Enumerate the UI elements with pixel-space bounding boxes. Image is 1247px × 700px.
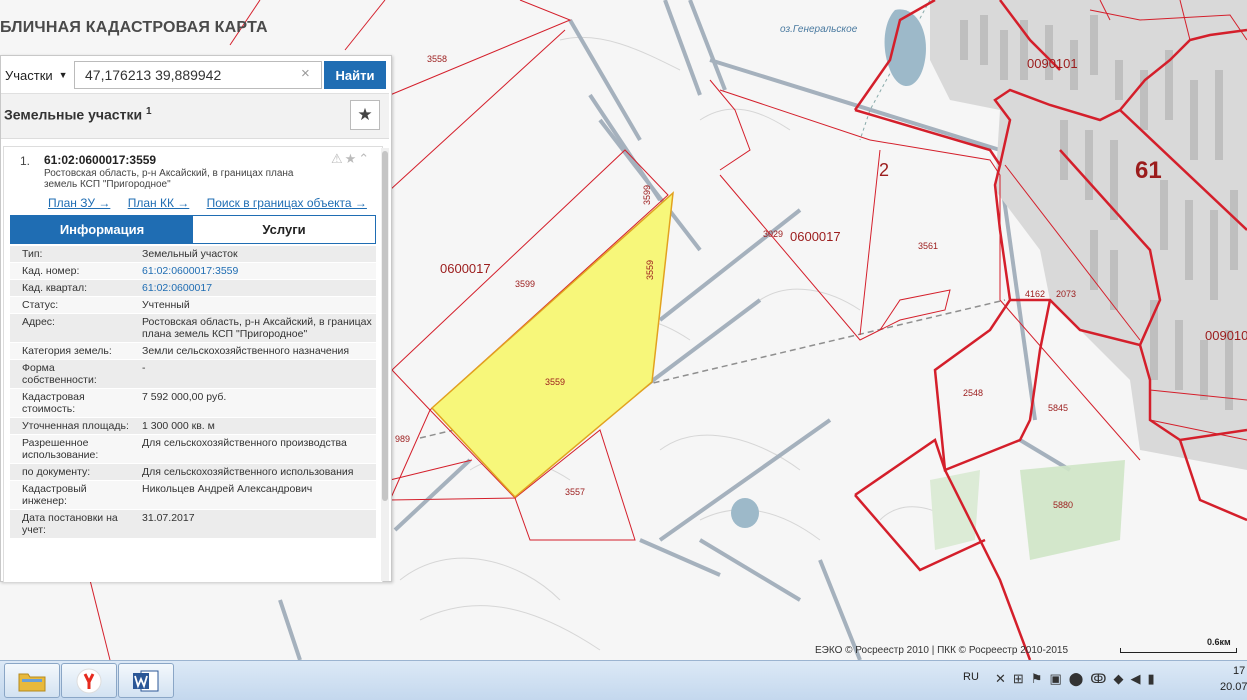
find-button[interactable]: Найти [324, 61, 386, 89]
field-label: Кад. квартал: [10, 279, 134, 297]
green-area [1020, 460, 1125, 560]
search-panel: Участки ▼ × Найти Земельные участки 1 ★ … [0, 55, 392, 582]
yandex-icon [76, 668, 102, 693]
system-tray-icons[interactable]: ✕⊞⚑▣⬤ↂ◆◀▮ [995, 671, 1162, 687]
table-row: Форма собственности: - [10, 359, 376, 389]
field-value-link[interactable]: 61:02:0600017:3559 [134, 262, 376, 280]
result-count: 1 [145, 106, 152, 117]
field-value: Для сельскохозяйственного использования [134, 463, 376, 481]
pond-small [731, 498, 759, 528]
table-row: Статус: Учтенный [10, 296, 376, 314]
info-table: Тип: Земельный участок Кад. номер: 61:02:0… [10, 246, 376, 539]
field-value: 1 300 000 кв. м [134, 417, 376, 435]
field-label: Категория земель: [10, 342, 134, 360]
result-tabs: Информация Услуги [10, 215, 376, 244]
result-cad-number[interactable]: 61:02:0600017:3559 [44, 153, 156, 167]
field-label: Уточненная площадь: [10, 417, 134, 435]
field-value: - [134, 359, 376, 389]
section-title-text: Земельные участки [4, 106, 143, 123]
field-label: Кадастровая стоимость: [10, 388, 134, 418]
table-row: Кад. номер: 61:02:0600017:3559 [10, 262, 376, 280]
field-label: Статус: [10, 296, 134, 314]
map-copyright: ЕЭКО © Росреестр 2010 | ПКК © Росреестр … [815, 645, 1069, 656]
table-row: Разрешенное использование: Для сельскохоз… [10, 434, 376, 464]
table-row: Кад. квартал: 61:02:0600017 [10, 279, 376, 297]
search-type-label: Участки [5, 67, 53, 83]
plan-zu-link[interactable]: План ЗУ → [48, 196, 110, 210]
tab-services[interactable]: Услуги [193, 216, 375, 243]
field-label: Кадастровый инженер: [10, 480, 134, 510]
word-taskbar-button[interactable] [118, 663, 174, 698]
selected-parcel-3559[interactable] [430, 191, 674, 499]
table-row: Категория земель: Земли сельскохозяйствен… [10, 342, 376, 360]
app-title: БЛИЧНАЯ КАДАСТРОВАЯ КАРТА [0, 19, 268, 36]
result-address: Ростовская область, р-н Аксайский, в гра… [44, 168, 294, 190]
field-value-link[interactable]: 61:02:0600017 [134, 279, 376, 297]
field-label: Кад. номер: [10, 262, 134, 280]
plan-kk-link[interactable]: План КК → [128, 196, 190, 210]
field-label: по документу: [10, 463, 134, 481]
table-row: Адрес: Ростовская область, р-н Аксайский,… [10, 313, 376, 343]
field-value: Никольцев Андрей Александрович [134, 480, 376, 510]
result-links: План ЗУ → План КК → Поиск в границах объ… [48, 196, 381, 210]
search-bar: Участки ▼ × Найти [1, 56, 391, 93]
search-type-dropdown[interactable]: Участки ▼ [1, 61, 73, 89]
taskbar: RU ✕⊞⚑▣⬤ↂ◆◀▮ 17 20.07 [0, 660, 1247, 700]
clock-date[interactable]: 20.07 [1220, 681, 1247, 693]
section-title: Земельные участки 1 [4, 106, 152, 123]
table-row: Уточненная площадь: 1 300 000 кв. м [10, 417, 376, 435]
field-label: Форма собственности: [10, 359, 134, 389]
search-input[interactable] [74, 61, 322, 89]
terrain-contours [399, 36, 951, 651]
results-section-header: Земельные участки 1 [1, 93, 389, 139]
table-row: Тип: Земельный участок [10, 246, 376, 263]
folder-icon [18, 673, 46, 691]
result-card: 1. 61:02:0600017:3559 ⚠★⌃ Ростовская обл… [3, 146, 383, 582]
field-label: Адрес: [10, 313, 134, 343]
language-indicator[interactable]: RU [963, 671, 979, 683]
urban-district [930, 0, 1247, 470]
chevron-down-icon: ▼ [58, 70, 68, 80]
panel-scroll-thumb[interactable] [382, 151, 388, 501]
yandex-browser-taskbar-button[interactable] [61, 663, 117, 698]
field-label: Дата постановки на учет: [10, 509, 134, 539]
field-value: Для сельскохозяйственного производства [134, 434, 376, 464]
word-icon [133, 670, 159, 691]
table-row: Кадастровая стоимость: 7 592 000,00 руб. [10, 388, 376, 418]
table-row: Дата постановки на учет: 31.07.2017 [10, 509, 376, 539]
field-value: Земельный участок [134, 246, 376, 263]
clear-icon[interactable]: × [301, 65, 310, 82]
clock-time[interactable]: 17 [1233, 665, 1245, 677]
field-label: Тип: [10, 246, 134, 263]
table-row: по документу: Для сельскохозяйственного и… [10, 463, 376, 481]
result-action-icons[interactable]: ⚠★⌃ [331, 151, 371, 167]
lake-shape [884, 9, 926, 87]
field-label: Разрешенное использование: [10, 434, 134, 464]
search-in-bounds-link[interactable]: Поиск в границах объекта → [207, 196, 367, 210]
scale-label: 0.6км [1207, 637, 1231, 647]
field-value: 31.07.2017 [134, 509, 376, 539]
tab-info[interactable]: Информация [11, 216, 193, 243]
field-value: Ростовская область, р-н Аксайский, в гра… [134, 313, 376, 343]
field-value: Земли сельскохозяйственного назначения [134, 342, 376, 360]
scale-bar [1120, 648, 1237, 653]
result-index: 1. [20, 154, 31, 168]
table-row: Кадастровый инженер: Никольцев Андрей Але… [10, 480, 376, 510]
field-value: 7 592 000,00 руб. [134, 388, 376, 418]
green-area-2 [930, 470, 980, 550]
field-value: Учтенный [134, 296, 376, 314]
favorite-star-icon[interactable]: ★ [350, 100, 380, 130]
explorer-taskbar-button[interactable] [4, 663, 60, 698]
